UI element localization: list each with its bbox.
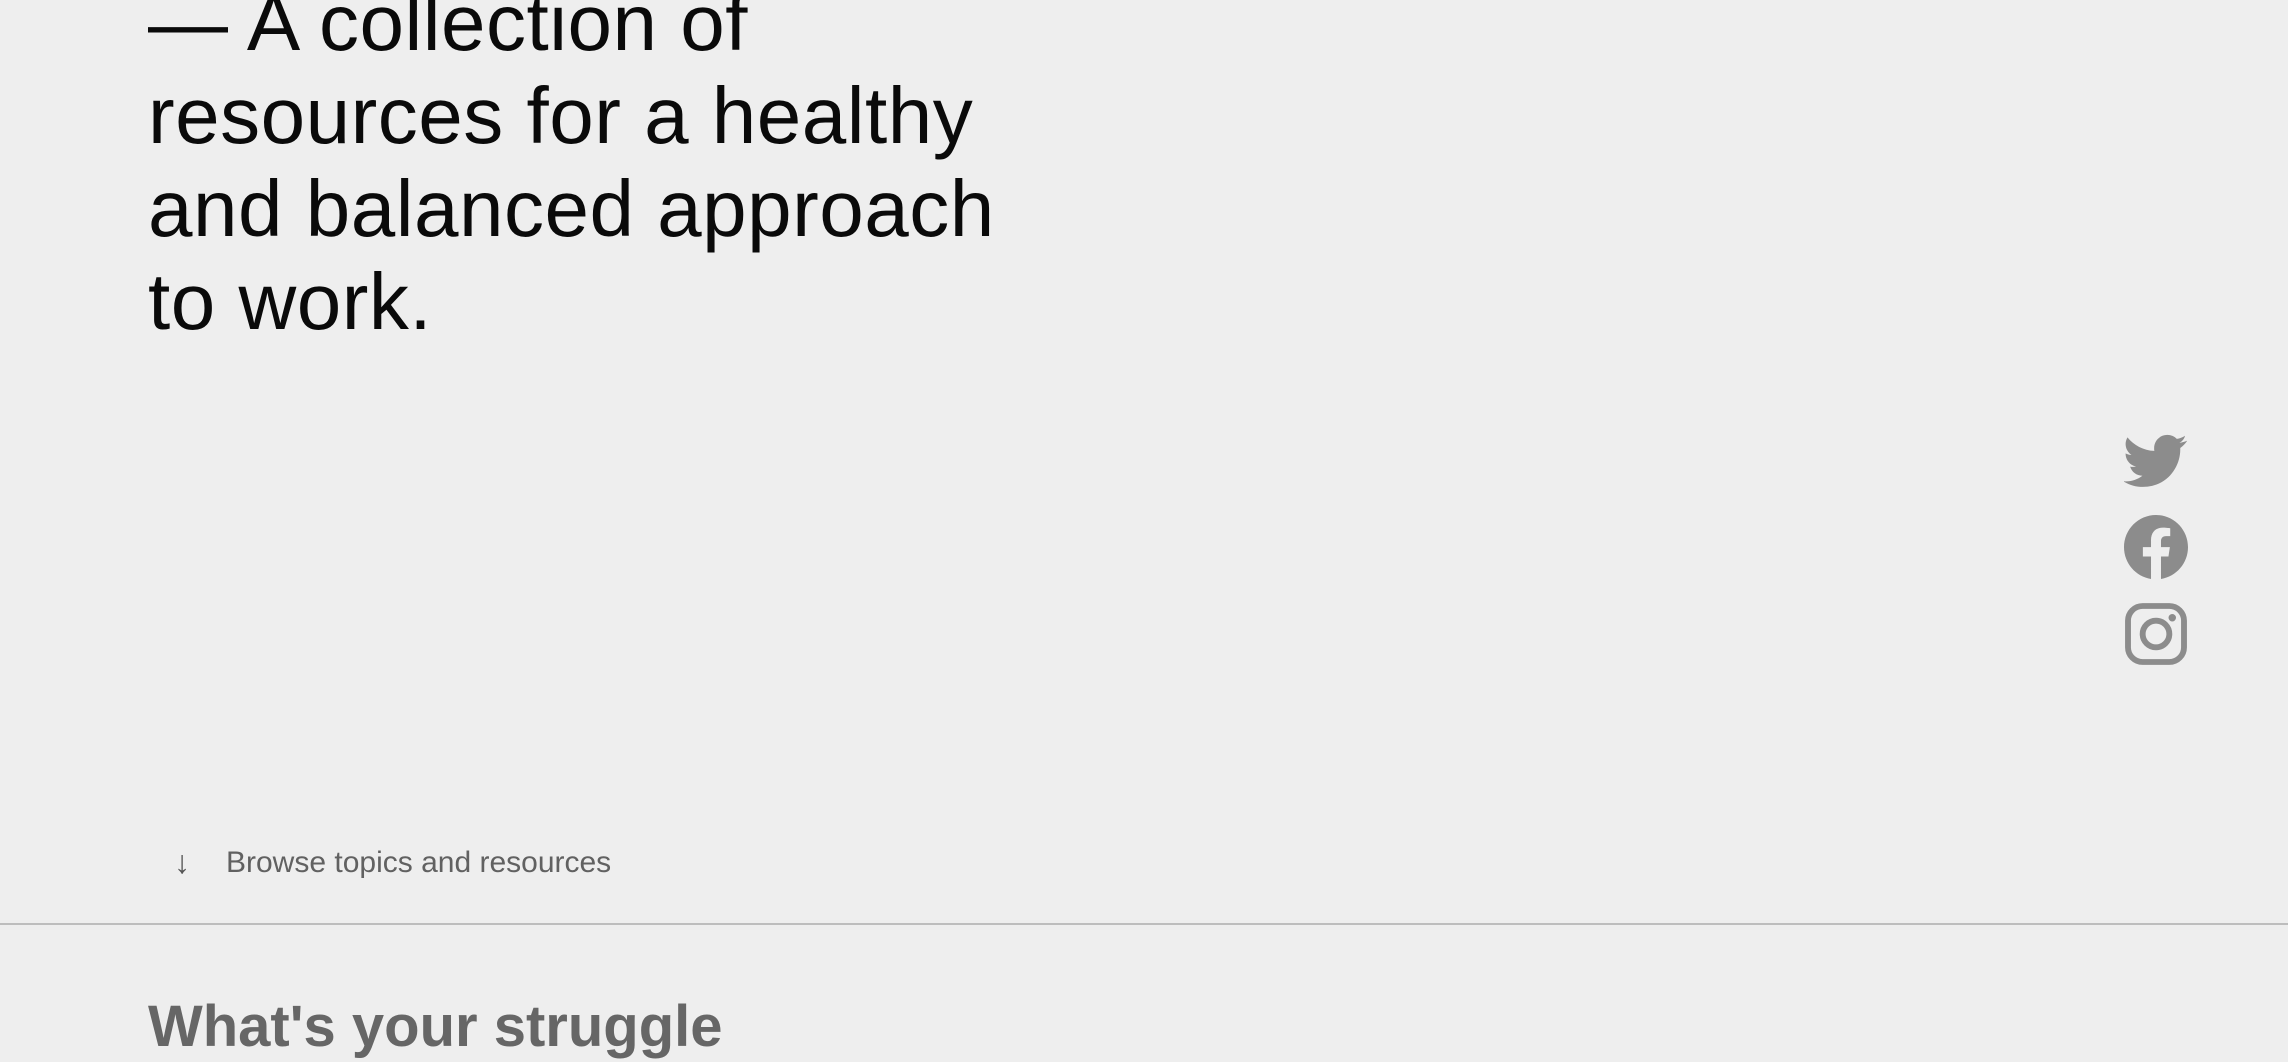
browse-topics-link[interactable]: ↓ Browse topics and resources — [174, 844, 611, 881]
facebook-link[interactable] — [2124, 515, 2188, 579]
twitter-link[interactable] — [2124, 428, 2188, 492]
hero-line-3: and balanced approach — [148, 164, 995, 253]
hero-line-2: resources for a healthy — [148, 71, 974, 160]
social-links — [2124, 428, 2188, 689]
instagram-link[interactable] — [2124, 602, 2188, 666]
section-divider — [0, 923, 2288, 925]
section-heading: What's your struggle — [148, 994, 723, 1059]
facebook-icon — [2124, 515, 2188, 579]
arrow-down-icon: ↓ — [174, 844, 190, 880]
hero-line-4: to work. — [148, 257, 433, 346]
browse-topics-label: Browse topics and resources — [226, 845, 612, 879]
hero-tagline: — A collection of resources for a health… — [148, 0, 1028, 348]
twitter-icon — [2124, 434, 2187, 487]
hero-line-1: — A collection of — [148, 0, 748, 67]
instagram-icon — [2125, 603, 2187, 665]
page: — A collection of resources for a health… — [0, 0, 2288, 1062]
